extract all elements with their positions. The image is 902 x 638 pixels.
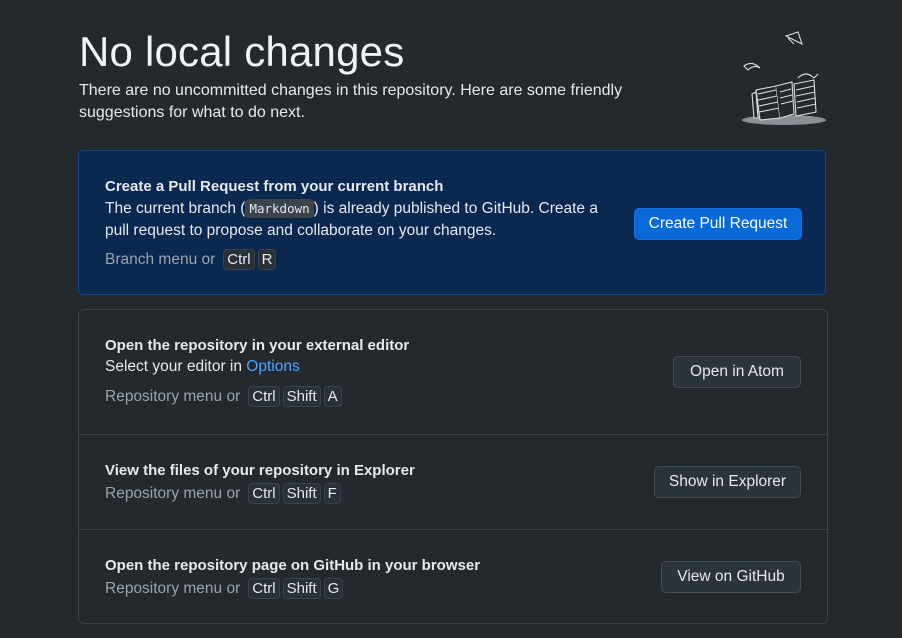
show-explorer-shortcut: Repository menu or Ctrl Shift F bbox=[105, 483, 341, 504]
view-github-suggestion: Open the repository page on GitHub in yo… bbox=[79, 529, 827, 625]
show-in-explorer-button[interactable]: Show in Explorer bbox=[654, 466, 801, 498]
empty-state-illustration bbox=[742, 31, 826, 125]
pull-request-shortcut: Branch menu or Ctrl R bbox=[105, 249, 277, 270]
key-ctrl: Ctrl bbox=[223, 249, 255, 270]
show-explorer-title: View the files of your repository in Exp… bbox=[105, 462, 415, 479]
suggestions-list: Open the repository in your external edi… bbox=[78, 309, 828, 624]
key-shift: Shift bbox=[282, 483, 321, 504]
open-editor-description: Select your editor in Options bbox=[105, 358, 300, 375]
create-pull-request-card: Create a Pull Request from your current … bbox=[78, 150, 826, 295]
open-editor-shortcut: Repository menu or Ctrl Shift A bbox=[105, 386, 342, 407]
view-github-shortcut: Repository menu or Ctrl Shift G bbox=[105, 578, 344, 599]
pull-request-title: Create a Pull Request from your current … bbox=[105, 178, 444, 195]
view-on-github-button[interactable]: View on GitHub bbox=[661, 561, 801, 593]
page-subtitle: There are no uncommitted changes in this… bbox=[79, 82, 623, 121]
key-ctrl: Ctrl bbox=[248, 386, 280, 407]
show-explorer-suggestion: View the files of your repository in Exp… bbox=[79, 434, 827, 530]
key-ctrl: Ctrl bbox=[248, 483, 280, 504]
key-shift: Shift bbox=[282, 386, 321, 407]
key-a: A bbox=[323, 386, 342, 407]
key-g: G bbox=[323, 578, 344, 599]
branch-name: Markdown bbox=[245, 199, 314, 218]
key-f: F bbox=[323, 483, 341, 504]
open-editor-suggestion: Open the repository in your external edi… bbox=[79, 310, 827, 434]
key-shift: Shift bbox=[282, 578, 321, 599]
page-title: No local changes bbox=[79, 28, 405, 75]
open-editor-title: Open the repository in your external edi… bbox=[105, 337, 410, 354]
key-r: R bbox=[257, 249, 277, 270]
key-ctrl: Ctrl bbox=[248, 578, 280, 599]
options-link[interactable]: Options bbox=[246, 358, 299, 375]
open-in-atom-button[interactable]: Open in Atom bbox=[673, 356, 801, 388]
pull-request-description: The current branch (Markdown) is already… bbox=[105, 199, 598, 239]
view-github-title: Open the repository page on GitHub in yo… bbox=[105, 557, 481, 574]
create-pull-request-button[interactable]: Create Pull Request bbox=[634, 208, 802, 240]
